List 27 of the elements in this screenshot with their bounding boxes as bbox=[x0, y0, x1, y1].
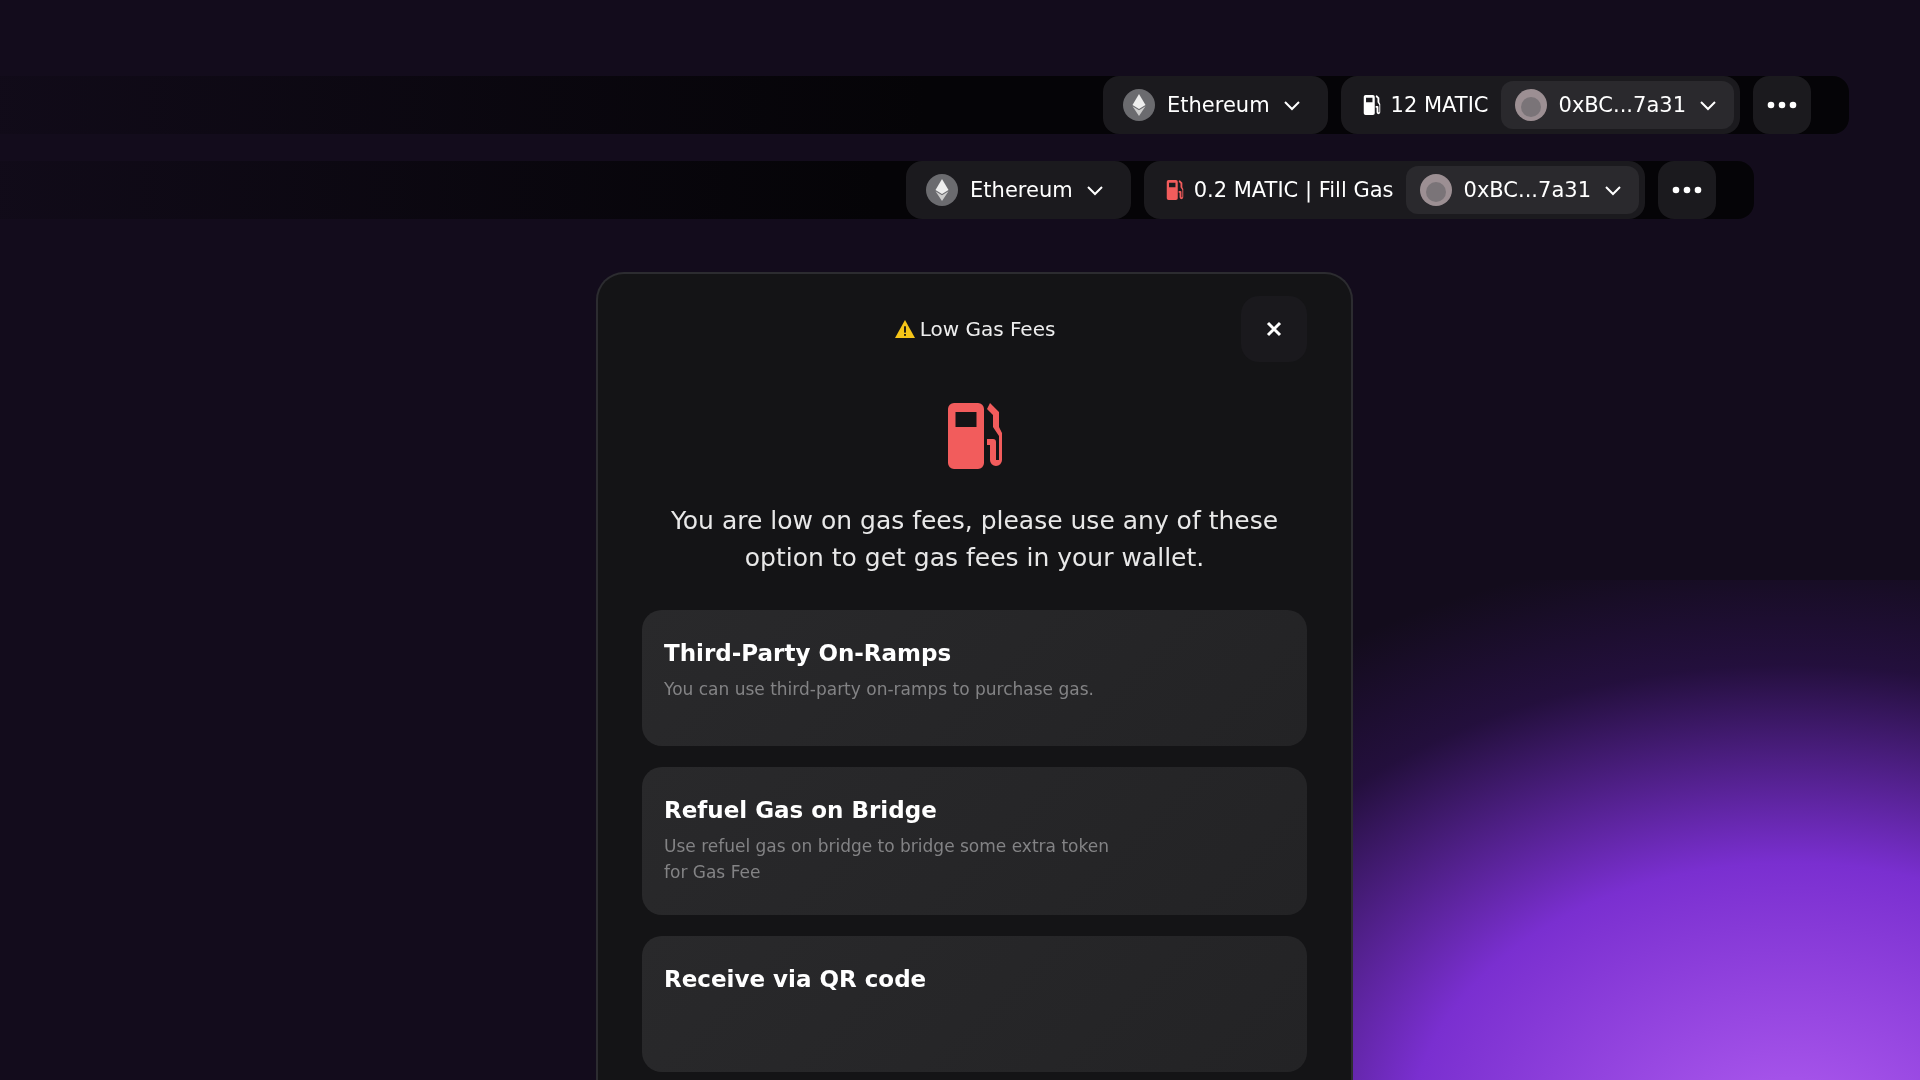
modal-message: You are low on gas fees, please use any of these option to get gas fees in your wallet. bbox=[669, 505, 1280, 574]
option-title: Receive via QR code bbox=[664, 966, 928, 992]
option-card[interactable]: Refuel Gas on Bridge Use refuel gas on bridge to bridge some extra token for Gas Fee bbox=[642, 767, 1307, 915]
network-selector[interactable]: Ethereum bbox=[1103, 76, 1328, 134]
more-options-button[interactable] bbox=[1658, 161, 1716, 219]
more-options-button[interactable] bbox=[1753, 76, 1811, 134]
wallet-address-selector[interactable]: 0xBC...7a31 bbox=[1500, 81, 1734, 129]
option-description: Use refuel gas on bridge to bridge some extra token for Gas Fee bbox=[664, 835, 1110, 884]
avatar-icon bbox=[1514, 89, 1547, 121]
option-card[interactable]: Third-Party On-Ramps You can use third-party on-ramps to purchase gas. bbox=[642, 610, 1307, 746]
gas-balance-button[interactable]: 0.2 MATIC | Fill Gas bbox=[1163, 178, 1394, 202]
warning-icon bbox=[893, 319, 916, 339]
ethereum-icon bbox=[926, 174, 959, 206]
more-icon bbox=[1672, 186, 1702, 194]
wallet-address-selector[interactable]: 0xBC...7a31 bbox=[1405, 166, 1639, 214]
close-icon bbox=[1266, 321, 1282, 337]
more-icon bbox=[1767, 101, 1797, 109]
option-title: Refuel Gas on Bridge bbox=[664, 797, 938, 823]
avatar-icon bbox=[1419, 174, 1452, 206]
network-selector[interactable]: Ethereum bbox=[906, 161, 1131, 219]
option-description: You can use third-party on-ramps to purchase gas. bbox=[664, 678, 1095, 701]
close-button[interactable] bbox=[1241, 296, 1307, 362]
option-card[interactable]: Receive via QR code bbox=[642, 936, 1307, 1072]
gas-balance-button[interactable]: 12 MATIC bbox=[1360, 93, 1489, 117]
modal-title: Low Gas Fees bbox=[919, 317, 1056, 341]
option-title: Third-Party On-Ramps bbox=[664, 640, 953, 666]
ethereum-icon bbox=[1123, 89, 1155, 121]
